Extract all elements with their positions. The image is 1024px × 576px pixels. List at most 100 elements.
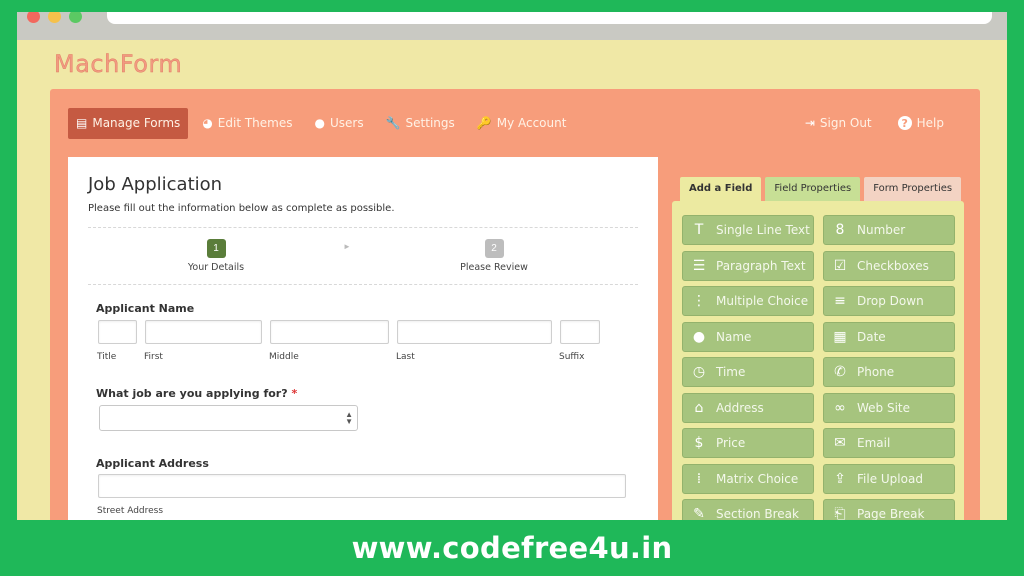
envelope-icon: ✉ (834, 435, 846, 451)
field-checkboxes-button[interactable]: ☑ Checkboxes (823, 251, 955, 281)
palette-icon: ◕ (202, 116, 213, 130)
nav-label: Users (329, 116, 364, 130)
upload-icon: ⇪ (834, 471, 846, 487)
nav-settings[interactable]: 🔧 Settings (378, 108, 463, 139)
phone-icon: ✆ (834, 364, 846, 380)
name-last-input[interactable] (397, 320, 552, 344)
sign-out-icon: ⇥ (804, 116, 815, 130)
page-icon: ⎗ (834, 506, 846, 520)
paragraph-icon: ☰ (692, 258, 706, 274)
job-question-label: What job are you applying for? * (96, 387, 297, 400)
tab-add-field[interactable]: Add a Field (680, 177, 762, 201)
applicant-address-label: Applicant Address (96, 457, 209, 470)
step-label: Your Details (187, 262, 245, 273)
field-email-button[interactable]: ✉ Email (823, 428, 955, 458)
text-icon: T (694, 222, 704, 238)
nav-my-account[interactable]: 🔑 My Account (469, 108, 575, 139)
field-label: Single Line Text (716, 223, 810, 237)
step-1[interactable]: 1 Your Details (146, 238, 286, 273)
field-file-upload-button[interactable]: ⇪ File Upload (823, 464, 955, 494)
nav-label: Edit Themes (217, 116, 293, 130)
nav-label: Manage Forms (92, 116, 181, 130)
field-label: Web Site (857, 401, 911, 415)
sublabel-first: First (144, 352, 163, 362)
field-multiple-choice-button[interactable]: ⋮ Multiple Choice (682, 286, 814, 316)
field-single-line-text-button[interactable]: T Single Line Text (682, 215, 814, 245)
tab-form-properties[interactable]: Form Properties (864, 177, 962, 201)
key-icon: 🔑 (476, 116, 492, 130)
nav-manage-forms[interactable]: ▤ Manage Forms (68, 107, 189, 139)
name-title-input[interactable] (98, 320, 137, 344)
field-phone-button[interactable]: ✆ Phone (823, 357, 955, 387)
form-title[interactable]: Job Application (88, 174, 222, 195)
field-label: Phone (857, 365, 895, 379)
app-panel: ▤ Manage Forms ◕ Edit Themes ● Users 🔧 S… (50, 89, 980, 520)
field-page-break-button[interactable]: ⎗ Page Break (823, 499, 955, 520)
sublabel-title: Title (97, 352, 117, 362)
required-mark: * (291, 387, 298, 400)
site-banner: www.codefree4u.in (351, 531, 673, 565)
field-label: Price (716, 436, 746, 450)
step-2[interactable]: 2 Please Review (424, 238, 564, 273)
field-paragraph-text-button[interactable]: ☰ Paragraph Text (682, 251, 814, 281)
step-label: Please Review (460, 262, 528, 273)
step-number: 2 (484, 239, 504, 258)
field-label: Date (857, 330, 886, 344)
address-bar[interactable] (107, 12, 992, 24)
add-field-panel: T Single Line Text 8 Number ☰ Paragraph Tex… (672, 201, 964, 520)
field-time-button[interactable]: ◷ Time (682, 357, 814, 387)
nav-label: Sign Out (819, 116, 872, 130)
job-select[interactable]: ▲ ▼ (99, 405, 358, 431)
browser-bar (17, 12, 1007, 40)
nav-edit-themes[interactable]: ◕ Edit Themes (194, 108, 300, 139)
alarm-clock-icon: ◷ (692, 364, 706, 380)
field-label: File Upload (857, 472, 923, 486)
minimize-dot-icon[interactable] (48, 12, 61, 23)
field-section-break-button[interactable]: ✎ Section Break (682, 499, 814, 520)
sign-out-link[interactable]: ⇥ Sign Out (797, 108, 880, 139)
field-label: Checkboxes (857, 259, 929, 273)
job-question-text: What job are you applying for? (96, 387, 288, 400)
help-link[interactable]: ? Help (890, 108, 952, 139)
nav-label: My Account (496, 116, 567, 130)
user-icon: ● (314, 116, 325, 130)
screenshot-frame: MachForm ▤ Manage Forms ◕ Edit Themes ● … (17, 12, 1007, 520)
field-number-button[interactable]: 8 Number (823, 215, 955, 245)
money-icon: $ (694, 435, 704, 451)
maximize-dot-icon[interactable] (69, 12, 82, 23)
link-icon: ∞ (834, 400, 846, 416)
pencil-icon: ✎ (693, 506, 705, 520)
close-dot-icon[interactable] (27, 12, 40, 23)
field-web-site-button[interactable]: ∞ Web Site (823, 393, 955, 423)
field-price-button[interactable]: $ Price (682, 428, 814, 458)
field-date-button[interactable]: ▦ Date (823, 322, 955, 352)
number-icon: 8 (835, 222, 845, 238)
step-number: 1 (206, 239, 226, 258)
field-label: Matrix Choice (716, 472, 799, 486)
grid-icon: ⁞ (696, 471, 702, 487)
tab-field-properties[interactable]: Field Properties (765, 177, 861, 201)
nav-users[interactable]: ● Users (307, 108, 372, 139)
wrench-icon: 🔧 (385, 116, 401, 130)
field-address-button[interactable]: ⌂ Address (682, 393, 814, 423)
name-middle-input[interactable] (270, 320, 389, 344)
field-drop-down-button[interactable]: ≡ Drop Down (823, 286, 955, 316)
field-label: Address (716, 401, 764, 415)
field-label: Page Break (857, 507, 925, 520)
field-label: Name (716, 330, 752, 344)
sublabel-suffix: Suffix (559, 352, 585, 362)
street-address-input[interactable] (98, 474, 626, 498)
sublabel-last: Last (396, 352, 415, 362)
field-matrix-choice-button[interactable]: ⁞ Matrix Choice (682, 464, 814, 494)
form-description[interactable]: Please fill out the information below as… (88, 203, 395, 214)
nav-right: ⇥ Sign Out ? Help (797, 107, 952, 139)
field-name-button[interactable]: ● Name (682, 322, 814, 352)
nav-label: Help (916, 116, 944, 130)
person-icon: ● (692, 329, 706, 345)
sublabel-middle: Middle (269, 352, 299, 362)
field-label: Multiple Choice (716, 294, 809, 308)
form-preview: Job Application Please fill out the info… (68, 157, 658, 520)
dropdown-icon: ≡ (834, 293, 846, 309)
name-first-input[interactable] (145, 320, 262, 344)
name-suffix-input[interactable] (560, 320, 600, 344)
